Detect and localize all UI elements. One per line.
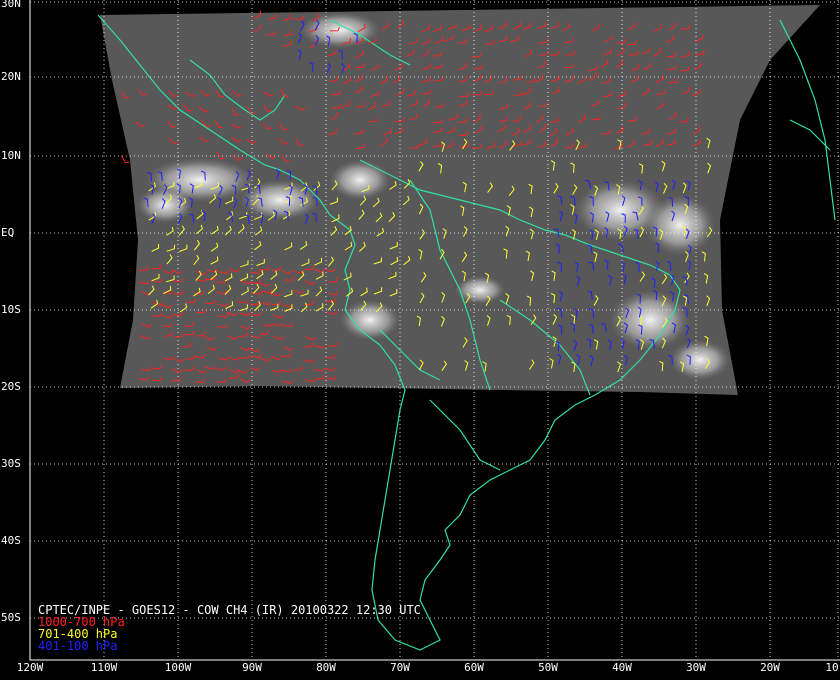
legend-high-level: 401-100 hPa (38, 639, 118, 653)
satellite-map (29, 0, 840, 661)
lat-label-40s: 40S (1, 534, 21, 547)
lat-label-30n: 30N (1, 0, 21, 10)
lon-label-90w: 90W (242, 661, 262, 674)
lat-label-20n: 20N (1, 70, 21, 83)
lon-label-30w: 30W (686, 661, 706, 674)
lon-label-80w: 80W (316, 661, 336, 674)
lon-label-100w: 100W (164, 661, 192, 674)
wind-barb (121, 155, 130, 164)
lon-label-50w: 50W (538, 661, 558, 674)
lon-label-20w: 20W (760, 661, 780, 674)
lat-label-50s: 50S (1, 611, 21, 624)
lon-label-70w: 70W (390, 661, 410, 674)
lat-label-20s: 20S (1, 380, 21, 393)
lat-label-10n: 10N (1, 149, 21, 162)
lon-label-110w: 110W (90, 661, 118, 674)
lon-label-120w: 120W (16, 661, 44, 674)
map-caption: CPTEC/INPE - GOES12 - COW CH4 (IR) 20100… (38, 604, 421, 652)
lon-label-60w: 60W (464, 661, 484, 674)
lon-label-40w: 40W (612, 661, 632, 674)
lat-label-eq: EQ (1, 226, 15, 239)
lat-label-10s: 10S (1, 303, 21, 316)
lon-label-10w: 10 (825, 661, 839, 674)
lat-label-30s: 30S (1, 457, 21, 470)
